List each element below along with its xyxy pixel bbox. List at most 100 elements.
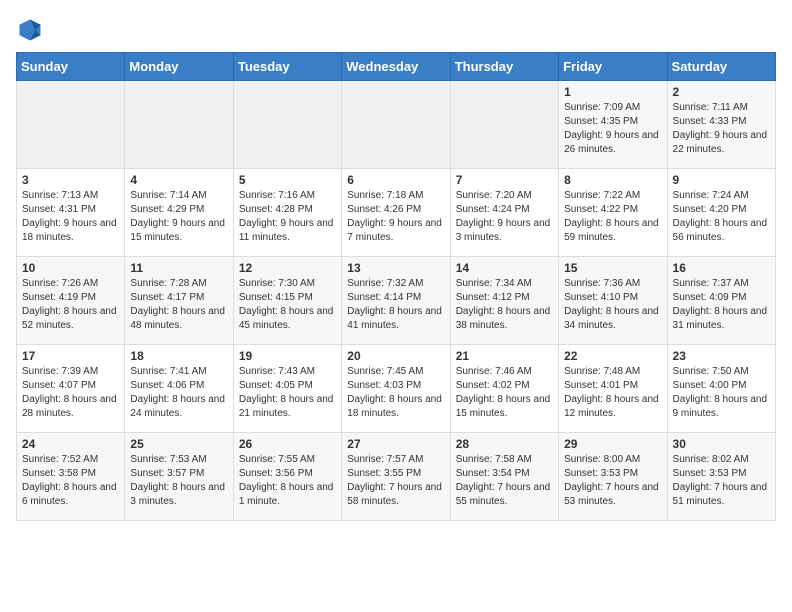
day-number: 10	[22, 261, 119, 275]
calendar-cell: 4 Sunrise: 7:14 AM Sunset: 4:29 PM Daylig…	[125, 169, 233, 257]
day-header-friday: Friday	[559, 53, 667, 81]
day-info: Sunrise: 7:37 AM Sunset: 4:09 PM Dayligh…	[673, 277, 770, 333]
day-number: 19	[239, 349, 336, 363]
calendar-cell: 8 Sunrise: 7:22 AM Sunset: 4:22 PM Daylig…	[559, 169, 667, 257]
day-info: Sunrise: 7:58 AM Sunset: 3:54 PM Dayligh…	[456, 453, 553, 509]
calendar-header-row: SundayMondayTuesdayWednesdayThursdayFrid…	[17, 53, 776, 81]
day-number: 27	[347, 437, 444, 451]
day-number: 21	[456, 349, 553, 363]
calendar-cell: 6Sunrise: 7:18 AM Sunset: 4:26 PM Daylig…	[342, 169, 450, 257]
calendar-cell: 12 Sunrise: 7:30 AM Sunset: 4:15 PM Dayli…	[233, 257, 341, 345]
day-number: 20	[347, 349, 444, 363]
calendar-cell: 18 Sunrise: 7:41 AM Sunset: 4:06 PM Dayli…	[125, 345, 233, 433]
calendar-cell: 22Sunrise: 7:48 AM Sunset: 4:01 PM Dayli…	[559, 345, 667, 433]
day-header-sunday: Sunday	[17, 53, 125, 81]
calendar-cell	[125, 81, 233, 169]
day-info: Sunrise: 7:50 AM Sunset: 4:00 PM Dayligh…	[673, 365, 770, 421]
page-header	[16, 16, 776, 44]
day-info: Sunrise: 7:36 AM Sunset: 4:10 PM Dayligh…	[564, 277, 661, 333]
day-header-tuesday: Tuesday	[233, 53, 341, 81]
logo	[16, 16, 48, 44]
day-number: 23	[673, 349, 770, 363]
day-number: 12	[239, 261, 336, 275]
day-info: Sunrise: 7:43 AM Sunset: 4:05 PM Dayligh…	[239, 365, 336, 421]
day-header-wednesday: Wednesday	[342, 53, 450, 81]
calendar-week-5: 24Sunrise: 7:52 AM Sunset: 3:58 PM Dayli…	[17, 433, 776, 521]
calendar-cell: 19 Sunrise: 7:43 AM Sunset: 4:05 PM Dayli…	[233, 345, 341, 433]
day-info: Sunrise: 7:41 AM Sunset: 4:06 PM Dayligh…	[130, 365, 227, 421]
day-info: Sunrise: 7:48 AM Sunset: 4:01 PM Dayligh…	[564, 365, 661, 421]
day-info: Sunrise: 7:13 AM Sunset: 4:31 PM Dayligh…	[22, 189, 119, 245]
day-info: Sunrise: 7:14 AM Sunset: 4:29 PM Dayligh…	[130, 189, 227, 245]
day-info: Sunrise: 7:09 AM Sunset: 4:35 PM Dayligh…	[564, 101, 661, 157]
day-number: 11	[130, 261, 227, 275]
calendar-cell: 15Sunrise: 7:36 AM Sunset: 4:10 PM Dayli…	[559, 257, 667, 345]
day-number: 25	[130, 437, 227, 451]
day-number: 9	[673, 173, 770, 187]
calendar-cell: 9Sunrise: 7:24 AM Sunset: 4:20 PM Daylig…	[667, 169, 775, 257]
calendar-cell: 25 Sunrise: 7:53 AM Sunset: 3:57 PM Dayli…	[125, 433, 233, 521]
calendar-cell: 24Sunrise: 7:52 AM Sunset: 3:58 PM Dayli…	[17, 433, 125, 521]
day-info: Sunrise: 7:39 AM Sunset: 4:07 PM Dayligh…	[22, 365, 119, 421]
calendar-cell: 17 Sunrise: 7:39 AM Sunset: 4:07 PM Dayli…	[17, 345, 125, 433]
calendar-cell	[450, 81, 558, 169]
day-info: Sunrise: 7:52 AM Sunset: 3:58 PM Dayligh…	[22, 453, 119, 509]
calendar-cell: 29Sunrise: 8:00 AM Sunset: 3:53 PM Dayli…	[559, 433, 667, 521]
day-info: Sunrise: 7:46 AM Sunset: 4:02 PM Dayligh…	[456, 365, 553, 421]
day-info: Sunrise: 7:30 AM Sunset: 4:15 PM Dayligh…	[239, 277, 336, 333]
day-info: Sunrise: 7:26 AM Sunset: 4:19 PM Dayligh…	[22, 277, 119, 333]
day-header-thursday: Thursday	[450, 53, 558, 81]
day-info: Sunrise: 7:34 AM Sunset: 4:12 PM Dayligh…	[456, 277, 553, 333]
day-info: Sunrise: 7:53 AM Sunset: 3:57 PM Dayligh…	[130, 453, 227, 509]
calendar-cell: 14 Sunrise: 7:34 AM Sunset: 4:12 PM Dayli…	[450, 257, 558, 345]
calendar-cell	[17, 81, 125, 169]
day-info: Sunrise: 7:45 AM Sunset: 4:03 PM Dayligh…	[347, 365, 444, 421]
day-number: 30	[673, 437, 770, 451]
day-info: Sunrise: 7:20 AM Sunset: 4:24 PM Dayligh…	[456, 189, 553, 245]
day-number: 4	[130, 173, 227, 187]
calendar-cell: 5Sunrise: 7:16 AM Sunset: 4:28 PM Daylig…	[233, 169, 341, 257]
calendar-cell: 10 Sunrise: 7:26 AM Sunset: 4:19 PM Dayli…	[17, 257, 125, 345]
calendar-week-1: 1 Sunrise: 7:09 AM Sunset: 4:35 PM Daylig…	[17, 81, 776, 169]
calendar-cell	[233, 81, 341, 169]
day-number: 26	[239, 437, 336, 451]
day-info: Sunrise: 7:18 AM Sunset: 4:26 PM Dayligh…	[347, 189, 444, 245]
day-number: 1	[564, 85, 661, 99]
day-number: 28	[456, 437, 553, 451]
calendar-cell: 1 Sunrise: 7:09 AM Sunset: 4:35 PM Daylig…	[559, 81, 667, 169]
calendar-week-3: 10 Sunrise: 7:26 AM Sunset: 4:19 PM Dayli…	[17, 257, 776, 345]
calendar-table: SundayMondayTuesdayWednesdayThursdayFrid…	[16, 52, 776, 521]
calendar-cell: 27Sunrise: 7:57 AM Sunset: 3:55 PM Dayli…	[342, 433, 450, 521]
calendar-body: 1 Sunrise: 7:09 AM Sunset: 4:35 PM Daylig…	[17, 81, 776, 521]
calendar-cell: 26Sunrise: 7:55 AM Sunset: 3:56 PM Dayli…	[233, 433, 341, 521]
day-number: 14	[456, 261, 553, 275]
logo-icon	[16, 16, 44, 44]
day-number: 17	[22, 349, 119, 363]
calendar-cell: 23 Sunrise: 7:50 AM Sunset: 4:00 PM Dayli…	[667, 345, 775, 433]
day-header-monday: Monday	[125, 53, 233, 81]
day-info: Sunrise: 7:32 AM Sunset: 4:14 PM Dayligh…	[347, 277, 444, 333]
calendar-cell: 30 Sunrise: 8:02 AM Sunset: 3:53 PM Dayli…	[667, 433, 775, 521]
day-number: 7	[456, 173, 553, 187]
calendar-cell: 2Sunrise: 7:11 AM Sunset: 4:33 PM Daylig…	[667, 81, 775, 169]
day-number: 29	[564, 437, 661, 451]
calendar-week-2: 3 Sunrise: 7:13 AM Sunset: 4:31 PM Daylig…	[17, 169, 776, 257]
day-number: 5	[239, 173, 336, 187]
calendar-cell: 3 Sunrise: 7:13 AM Sunset: 4:31 PM Daylig…	[17, 169, 125, 257]
calendar-week-4: 17 Sunrise: 7:39 AM Sunset: 4:07 PM Dayli…	[17, 345, 776, 433]
calendar-cell: 20 Sunrise: 7:45 AM Sunset: 4:03 PM Dayli…	[342, 345, 450, 433]
calendar-cell	[342, 81, 450, 169]
calendar-cell: 13 Sunrise: 7:32 AM Sunset: 4:14 PM Dayli…	[342, 257, 450, 345]
calendar-cell: 21 Sunrise: 7:46 AM Sunset: 4:02 PM Dayli…	[450, 345, 558, 433]
day-info: Sunrise: 7:22 AM Sunset: 4:22 PM Dayligh…	[564, 189, 661, 245]
day-number: 3	[22, 173, 119, 187]
day-number: 2	[673, 85, 770, 99]
day-number: 8	[564, 173, 661, 187]
calendar-cell: 7 Sunrise: 7:20 AM Sunset: 4:24 PM Daylig…	[450, 169, 558, 257]
day-number: 13	[347, 261, 444, 275]
day-number: 18	[130, 349, 227, 363]
day-info: Sunrise: 7:28 AM Sunset: 4:17 PM Dayligh…	[130, 277, 227, 333]
day-header-saturday: Saturday	[667, 53, 775, 81]
day-info: Sunrise: 8:02 AM Sunset: 3:53 PM Dayligh…	[673, 453, 770, 509]
calendar-cell: 16Sunrise: 7:37 AM Sunset: 4:09 PM Dayli…	[667, 257, 775, 345]
